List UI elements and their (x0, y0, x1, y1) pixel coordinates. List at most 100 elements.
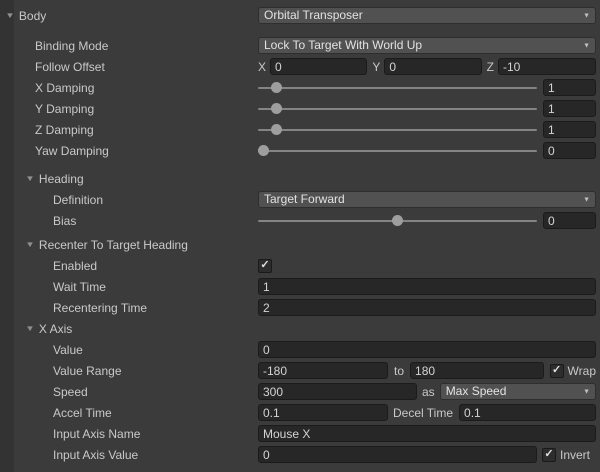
binding-mode-row: Binding Mode Lock To Target With World U… (0, 35, 600, 56)
recenter-header-row: ▼ Recenter To Target Heading (0, 234, 600, 255)
yaw-damping-slider[interactable] (258, 142, 537, 159)
follow-offset-label: Follow Offset (35, 56, 105, 77)
slider-track (258, 129, 537, 131)
bias-row: Bias (0, 210, 600, 231)
value-field[interactable] (258, 341, 596, 358)
x-damping-row: X Damping (0, 77, 600, 98)
x-damping-slider[interactable] (258, 79, 537, 96)
definition-row: Definition Target Forward ▼ (0, 189, 600, 210)
z-damping-handle[interactable] (271, 124, 282, 135)
y-damping-slider[interactable] (258, 100, 537, 117)
bias-field[interactable] (543, 212, 596, 229)
axis-x-label: X (258, 60, 266, 74)
speed-row: Speed as Max Speed ▼ (0, 381, 600, 402)
heading-header-row: ▼ Heading (0, 168, 600, 189)
dropdown-arrow-icon: ▼ (583, 196, 590, 203)
binding-mode-dropdown[interactable]: Lock To Target With World Up ▼ (258, 37, 596, 54)
speed-mode-dropdown[interactable]: Max Speed ▼ (440, 383, 596, 400)
slider-track (258, 108, 537, 110)
input-axis-name-field[interactable] (258, 425, 596, 442)
foldout-arrow-icon: ▼ (5, 11, 15, 20)
as-label: as (422, 385, 435, 399)
body-type-dropdown[interactable]: Orbital Transposer ▼ (258, 7, 596, 24)
y-damping-handle[interactable] (271, 103, 282, 114)
accel-time-row: Accel Time Decel Time (0, 402, 600, 423)
foldout-body[interactable]: ▼ Body (6, 5, 46, 26)
yaw-damping-field[interactable] (543, 142, 596, 159)
foldout-arrow-icon: ▼ (25, 174, 35, 183)
y-damping-row: Y Damping (0, 98, 600, 119)
z-damping-slider[interactable] (258, 121, 537, 138)
body-section: ▼ Body Orbital Transposer ▼ Binding Mode… (0, 5, 600, 465)
value-label: Value (53, 339, 83, 360)
yaw-damping-label: Yaw Damping (35, 140, 109, 161)
foldout-heading[interactable]: ▼ Heading (26, 168, 84, 189)
bias-label: Bias (53, 210, 76, 231)
binding-mode-label: Binding Mode (35, 35, 108, 56)
dropdown-arrow-icon: ▼ (583, 388, 590, 395)
foldout-x-axis[interactable]: ▼ X Axis (26, 318, 72, 339)
yaw-damping-row: Yaw Damping (0, 140, 600, 161)
body-label: Body (19, 9, 46, 23)
wait-time-row: Wait Time (0, 276, 600, 297)
speed-mode-value: Max Speed (446, 384, 579, 399)
body-type-value: Orbital Transposer (264, 8, 579, 23)
accel-time-field[interactable] (258, 404, 388, 421)
wait-time-field[interactable] (258, 278, 596, 295)
recenter-label: Recenter To Target Heading (39, 238, 188, 252)
check-icon: ✓ (552, 365, 561, 376)
speed-label: Speed (53, 381, 88, 402)
yaw-damping-handle[interactable] (258, 145, 269, 156)
bias-handle[interactable] (392, 215, 403, 226)
follow-offset-z-field[interactable] (498, 58, 596, 75)
z-damping-label: Z Damping (35, 119, 94, 140)
invert-checkbox[interactable]: ✓ (542, 448, 556, 462)
follow-offset-y-field[interactable] (384, 58, 481, 75)
inspector-panel: ▼ Body Orbital Transposer ▼ Binding Mode… (0, 0, 600, 472)
value-range-min-field[interactable] (258, 362, 388, 379)
z-damping-field[interactable] (543, 121, 596, 138)
x-damping-field[interactable] (543, 79, 596, 96)
input-axis-value-field[interactable] (258, 446, 537, 463)
speed-field[interactable] (258, 383, 417, 400)
recentering-time-label: Recentering Time (53, 297, 147, 318)
input-axis-name-label: Input Axis Name (53, 423, 140, 444)
decel-time-field[interactable] (459, 404, 596, 421)
follow-offset-x-field[interactable] (270, 58, 367, 75)
binding-mode-value: Lock To Target With World Up (264, 38, 579, 53)
foldout-arrow-icon: ▼ (25, 240, 35, 249)
invert-label: Invert (560, 448, 590, 462)
wait-time-label: Wait Time (53, 276, 106, 297)
wrap-label: Wrap (568, 364, 596, 378)
enabled-label: Enabled (53, 255, 97, 276)
wrap-checkbox[interactable]: ✓ (550, 364, 564, 378)
value-range-max-field[interactable] (410, 362, 544, 379)
input-axis-value-label: Input Axis Value (53, 444, 138, 465)
check-icon: ✓ (260, 260, 269, 271)
dropdown-arrow-icon: ▼ (583, 42, 590, 49)
check-icon: ✓ (544, 449, 553, 460)
value-range-row: Value Range to ✓ Wrap (0, 360, 600, 381)
heading-label: Heading (39, 172, 84, 186)
dropdown-arrow-icon: ▼ (583, 12, 590, 19)
x-damping-handle[interactable] (271, 82, 282, 93)
x-axis-header-row: ▼ X Axis (0, 318, 600, 339)
recentering-time-field[interactable] (258, 299, 596, 316)
slider-track (258, 150, 537, 152)
value-range-label: Value Range (53, 360, 122, 381)
enabled-row: Enabled ✓ (0, 255, 600, 276)
x-axis-label: X Axis (39, 322, 72, 336)
foldout-arrow-icon: ▼ (25, 324, 35, 333)
enabled-checkbox[interactable]: ✓ (258, 259, 272, 273)
slider-track (258, 87, 537, 89)
y-damping-label: Y Damping (35, 98, 94, 119)
bias-slider[interactable] (258, 212, 537, 229)
y-damping-field[interactable] (543, 100, 596, 117)
value-row: Value (0, 339, 600, 360)
definition-dropdown[interactable]: Target Forward ▼ (258, 191, 596, 208)
definition-value: Target Forward (264, 192, 579, 207)
to-label: to (394, 364, 404, 378)
foldout-recenter-to-target-heading[interactable]: ▼ Recenter To Target Heading (26, 234, 188, 255)
definition-label: Definition (53, 189, 103, 210)
input-axis-value-row: Input Axis Value ✓ Invert (0, 444, 600, 465)
